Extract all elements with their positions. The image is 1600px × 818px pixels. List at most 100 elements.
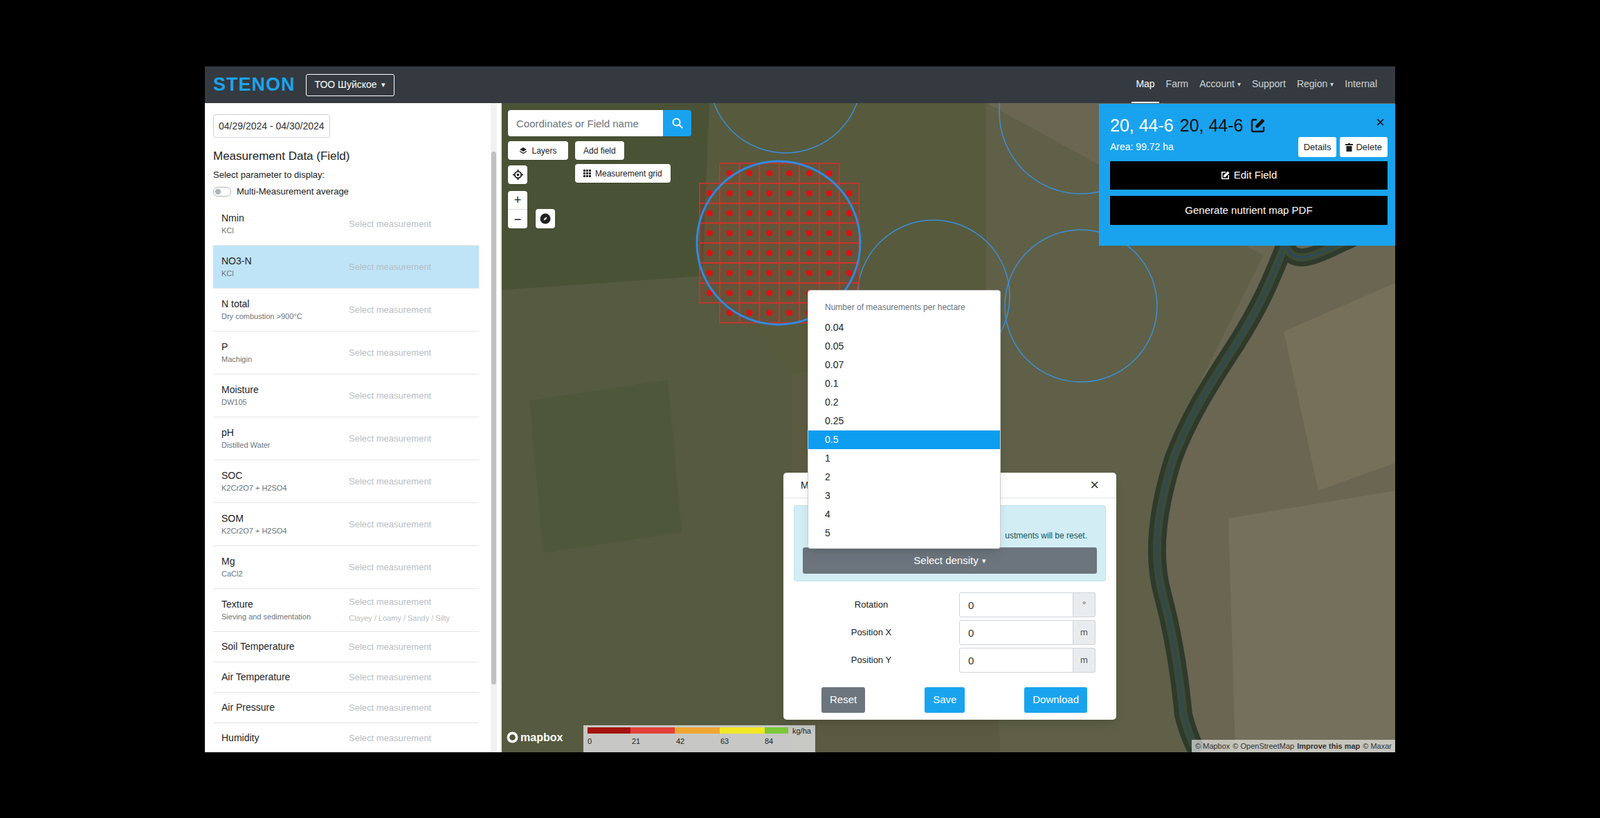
measurement-point[interactable]: [826, 170, 833, 177]
setting-input[interactable]: [959, 647, 1074, 673]
measurement-select[interactable]: Select measurement: [348, 389, 432, 402]
locate-button[interactable]: [507, 165, 528, 185]
density-option[interactable]: 0.07: [808, 355, 1000, 375]
measurement-select[interactable]: Select measurement: [348, 518, 432, 531]
density-option[interactable]: 2: [808, 467, 1000, 487]
compass-button[interactable]: [535, 208, 556, 229]
parameter-row[interactable]: TextureSieving and sedimentationSelect m…: [213, 588, 479, 632]
nav-link[interactable]: Region▾: [1292, 66, 1338, 104]
parameter-row[interactable]: HumiditySelect measurement: [213, 723, 479, 753]
scrollbar[interactable]: [490, 103, 497, 753]
measurement-point[interactable]: [746, 310, 753, 317]
parameter-row[interactable]: SOCK2Cr2O7 + H2SO4Select measurement: [213, 460, 479, 504]
save-button[interactable]: Save: [924, 687, 965, 713]
measurement-point[interactable]: [786, 249, 793, 257]
measurement-point[interactable]: [806, 229, 813, 236]
measurement-point[interactable]: [766, 229, 773, 236]
measurement-point[interactable]: [806, 269, 813, 277]
measurement-point[interactable]: [786, 310, 793, 317]
density-option[interactable]: 4: [808, 505, 1000, 524]
measurement-select[interactable]: Select measurement: [348, 475, 432, 488]
nav-link[interactable]: Farm: [1161, 66, 1194, 104]
measurement-grid-button[interactable]: Measurement grid: [575, 164, 671, 183]
mapbox-logo[interactable]: mapbox: [506, 731, 563, 744]
measurement-point[interactable]: [806, 190, 813, 197]
nav-link[interactable]: Support: [1247, 66, 1290, 104]
parameter-row[interactable]: Soil TemperatureSelect measurement: [213, 631, 479, 663]
field-name-editable[interactable]: 20, 44-6: [1179, 114, 1244, 136]
improve-map-link[interactable]: Improve this map: [1296, 740, 1360, 753]
search-button[interactable]: [662, 110, 692, 137]
measurement-point[interactable]: [846, 190, 853, 197]
delete-button[interactable]: Delete: [1339, 137, 1388, 158]
measurement-point[interactable]: [766, 170, 773, 177]
measurement-point[interactable]: [846, 269, 853, 277]
scrollbar-thumb[interactable]: [491, 151, 497, 685]
logo[interactable]: STENON: [213, 75, 296, 95]
density-option[interactable]: 0.04: [808, 318, 1000, 338]
close-panel-button[interactable]: ×: [1375, 114, 1385, 131]
search-input[interactable]: [507, 110, 663, 137]
zoom-out-button[interactable]: −: [507, 209, 528, 229]
density-option[interactable]: 1: [808, 449, 1000, 468]
parameter-row[interactable]: MoistureDW105Select measurement: [213, 374, 479, 418]
measurement-point[interactable]: [806, 210, 813, 217]
measurement-point[interactable]: [746, 170, 753, 177]
zoom-in-button[interactable]: +: [507, 191, 528, 210]
measurement-point[interactable]: [746, 190, 753, 197]
details-button[interactable]: Details: [1298, 137, 1338, 158]
generate-pdf-button[interactable]: Generate nutrient map PDF: [1110, 195, 1388, 225]
measurement-point[interactable]: [726, 249, 733, 257]
density-option[interactable]: 0.1: [808, 374, 1000, 394]
parameter-row[interactable]: N totalDry combustion >900°CSelect measu…: [213, 288, 479, 332]
select-density-button[interactable]: Select density▾: [802, 547, 1097, 574]
measurement-point[interactable]: [766, 249, 773, 257]
measurement-select[interactable]: Select measurement: [348, 217, 432, 230]
measurement-point[interactable]: [726, 289, 733, 297]
parameter-row[interactable]: PMachiginSelect measurement: [213, 331, 479, 375]
org-dropdown[interactable]: ТОО Шуйское▾: [305, 74, 395, 97]
measurement-select[interactable]: Select measurement: [348, 640, 432, 653]
measurement-point[interactable]: [786, 269, 793, 277]
density-option[interactable]: 0.5: [808, 430, 1000, 450]
parameter-row[interactable]: pHDistilled WaterSelect measurement: [213, 417, 479, 461]
measurement-point[interactable]: [786, 229, 793, 236]
measurement-point[interactable]: [706, 210, 713, 217]
edit-name-icon[interactable]: [1249, 116, 1267, 134]
layers-button[interactable]: Layers: [507, 141, 569, 160]
multi-average-toggle[interactable]: [213, 186, 232, 197]
density-option[interactable]: 0.05: [808, 337, 1000, 356]
measurement-select[interactable]: Select measurement: [348, 671, 432, 684]
measurement-point[interactable]: [826, 249, 833, 257]
measurement-point[interactable]: [746, 210, 753, 217]
measurement-select[interactable]: Select measurement: [348, 701, 432, 714]
measurement-select[interactable]: Select measurement: [348, 346, 432, 359]
measurement-point[interactable]: [766, 269, 773, 277]
measurement-point[interactable]: [786, 190, 793, 197]
measurement-select[interactable]: Select measurement: [348, 561, 432, 574]
measurement-point[interactable]: [746, 289, 753, 297]
measurement-point[interactable]: [766, 190, 773, 197]
measurement-select[interactable]: Select measurement: [348, 432, 432, 445]
measurement-point[interactable]: [846, 249, 853, 257]
measurement-point[interactable]: [806, 249, 813, 257]
map[interactable]: Layers Add field Measurement grid + −: [500, 103, 1396, 753]
nav-link[interactable]: Map: [1131, 66, 1159, 104]
modal-close-button[interactable]: ×: [1089, 477, 1099, 493]
measurement-point[interactable]: [786, 210, 793, 217]
measurement-point[interactable]: [706, 269, 713, 277]
measurement-point[interactable]: [746, 269, 753, 277]
density-option[interactable]: 0.25: [808, 411, 1000, 431]
parameter-row[interactable]: MgCaCl2Select measurement: [213, 546, 479, 589]
measurement-point[interactable]: [766, 289, 773, 297]
setting-input[interactable]: [959, 592, 1074, 618]
parameter-row[interactable]: NO3-NKClSelect measurement: [213, 245, 479, 289]
setting-input[interactable]: [959, 620, 1074, 645]
density-option[interactable]: 3: [808, 486, 1000, 506]
measurement-point[interactable]: [786, 170, 793, 177]
measurement-point[interactable]: [726, 269, 733, 277]
measurement-select[interactable]: Select measurement: [348, 260, 432, 273]
density-option[interactable]: 5: [808, 523, 1000, 543]
edit-field-button[interactable]: Edit Field: [1110, 161, 1388, 190]
measurement-point[interactable]: [726, 190, 733, 197]
